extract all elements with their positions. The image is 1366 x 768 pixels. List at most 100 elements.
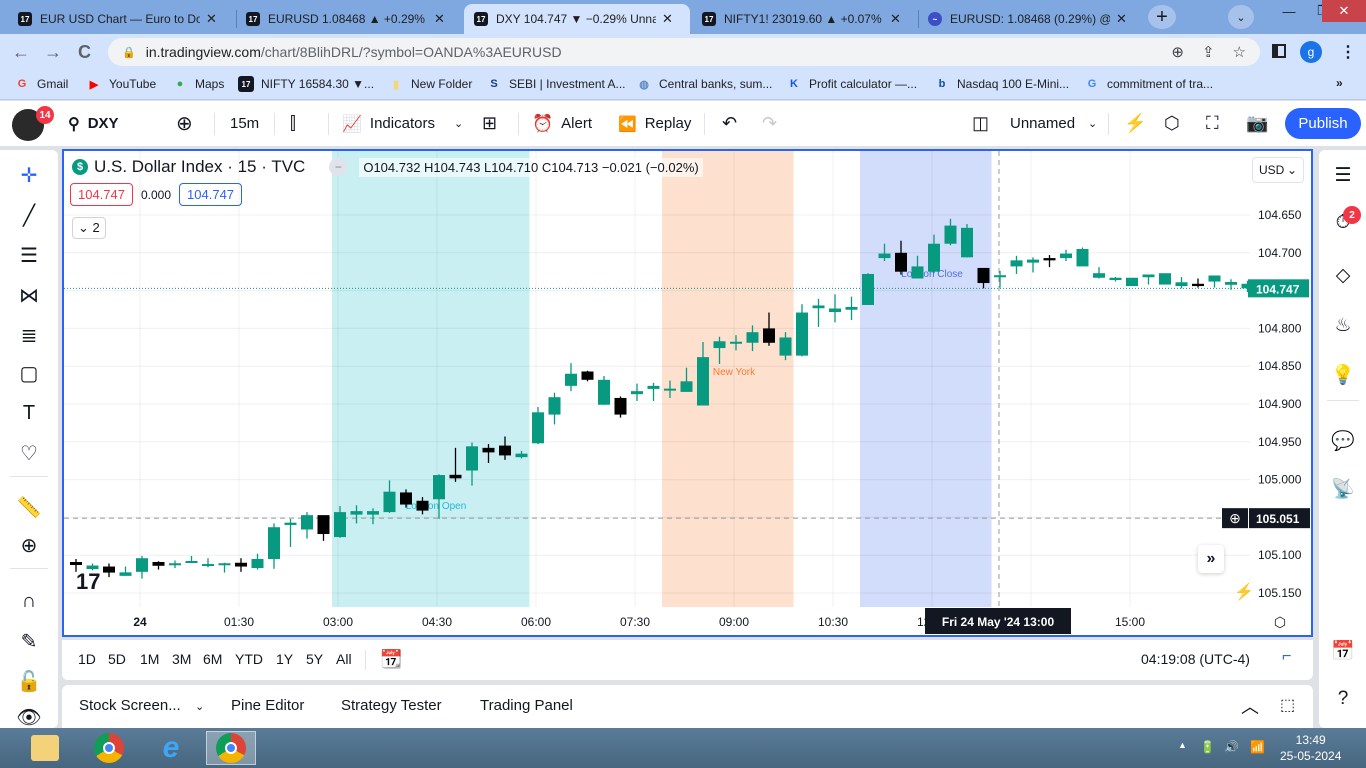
- tab-search-button[interactable]: ⌄: [1228, 5, 1254, 29]
- browser-tab-active[interactable]: 17 DXY 104.747 ▼ −0.29% Unnamed ✕: [464, 4, 690, 34]
- bookmark-item[interactable]: Gcommitment of tra...: [1084, 76, 1213, 92]
- plus-circle-icon[interactable]: ⊕: [1229, 510, 1241, 526]
- close-tab-icon[interactable]: ✕: [662, 11, 673, 27]
- system-clock[interactable]: 13:49 25-05-2024: [1280, 732, 1341, 764]
- symbol-search-button[interactable]: ⚲ DXY: [68, 101, 119, 146]
- tab-pine-editor[interactable]: Pine Editor: [231, 697, 304, 714]
- close-window-button[interactable]: ✕: [1322, 0, 1366, 22]
- publish-button[interactable]: Publish: [1285, 108, 1361, 139]
- collapse-icon[interactable]: −: [329, 158, 348, 176]
- fullscreen-button[interactable]: ⛶: [1206, 101, 1219, 146]
- browser-menu-icon[interactable]: ⋮: [1340, 42, 1356, 62]
- indicators-toggle[interactable]: ⌄ 2: [72, 217, 106, 239]
- browser-tab[interactable]: 17 EUR USD Chart — Euro to Dollar ✕: [8, 4, 236, 34]
- battery-icon[interactable]: 🔋: [1200, 740, 1215, 754]
- chrome-active-icon[interactable]: [206, 731, 256, 765]
- layout-name-button[interactable]: Unnamed: [1010, 101, 1075, 146]
- indicators-dropdown[interactable]: ⌄: [454, 101, 463, 146]
- calendar-icon[interactable]: 📅: [1328, 636, 1358, 666]
- bookmark-item[interactable]: 17 NIFTY 16584.30 ▼...: [238, 76, 374, 92]
- zoom-in-icon[interactable]: ⊕: [14, 530, 44, 560]
- ideas-lightbulb-icon[interactable]: 💡: [1328, 360, 1358, 390]
- quick-search-button[interactable]: ⚡: [1124, 101, 1146, 146]
- url-input[interactable]: 🔒 in.tradingview.com/chart/8BlihDRL/?sym…: [108, 38, 1260, 66]
- reload-icon[interactable]: C: [78, 42, 91, 63]
- buy-price-button[interactable]: 104.747: [179, 183, 243, 206]
- chat-icon[interactable]: 💬: [1328, 426, 1358, 456]
- tab-strategy-tester[interactable]: Strategy Tester: [341, 697, 442, 714]
- close-tab-icon[interactable]: ✕: [890, 11, 901, 27]
- candlestick-chart[interactable]: London OpenNew YorkLondon Close104.65010…: [64, 151, 1311, 635]
- range-button-ytd[interactable]: YTD: [235, 651, 263, 667]
- scroll-to-realtime-button[interactable]: »: [1198, 545, 1224, 573]
- internet-explorer-icon[interactable]: e: [146, 731, 196, 765]
- replay-button[interactable]: ⏪ Replay: [618, 101, 691, 146]
- bookmark-item[interactable]: K Profit calculator —...: [786, 76, 917, 92]
- lightning-circle-icon[interactable]: ⚡: [1234, 582, 1254, 601]
- heart-icon[interactable]: ♡: [14, 438, 44, 468]
- browser-tab[interactable]: 17 EURUSD 1.08468 ▲ +0.29% Unnamed ✕: [236, 4, 464, 34]
- tab-trading-panel[interactable]: Trading Panel: [480, 697, 573, 714]
- range-button-5y[interactable]: 5Y: [306, 651, 323, 667]
- chevron-up-icon[interactable]: ︿: [1241, 693, 1259, 719]
- chrome-icon[interactable]: [84, 731, 134, 765]
- help-icon[interactable]: ?: [1328, 684, 1358, 714]
- side-panel-icon[interactable]: [1272, 44, 1286, 58]
- browser-tab[interactable]: 17 NIFTY1! 23019.60 ▲ +0.07% Unnamed ✕: [692, 4, 918, 34]
- undo-button[interactable]: ↶: [722, 101, 737, 146]
- volume-icon[interactable]: 🔊: [1224, 740, 1239, 754]
- sell-price-button[interactable]: 104.747: [70, 183, 133, 206]
- back-icon[interactable]: ←: [12, 42, 30, 63]
- snapshot-button[interactable]: 📷: [1246, 101, 1268, 146]
- close-tab-icon[interactable]: ✕: [1116, 11, 1127, 27]
- bookmark-item[interactable]: b Nasdaq 100 E-Mini...: [934, 76, 1069, 92]
- magnet-icon[interactable]: ∩: [14, 586, 44, 616]
- text-icon[interactable]: T: [14, 398, 44, 428]
- new-tab-button[interactable]: +: [1148, 5, 1176, 29]
- layout-split-button[interactable]: ◫: [972, 101, 989, 146]
- chart-settings-icon[interactable]: ⬡: [1274, 614, 1286, 630]
- redo-button[interactable]: ↷: [762, 101, 777, 146]
- hotlist-flame-icon[interactable]: ♨: [1328, 310, 1358, 340]
- range-button-5d[interactable]: 5D: [108, 651, 126, 667]
- layout-dropdown[interactable]: ⌄: [1088, 101, 1097, 146]
- fib-retracement-icon[interactable]: ≣: [14, 320, 44, 350]
- interval-button[interactable]: 15m: [230, 101, 259, 146]
- range-button-1d[interactable]: 1D: [78, 651, 96, 667]
- settings-button[interactable]: ⬡: [1164, 101, 1180, 146]
- range-button-all[interactable]: All: [336, 651, 352, 667]
- streams-icon[interactable]: 📡: [1328, 474, 1358, 504]
- crosshair-icon[interactable]: ✛: [14, 160, 44, 190]
- range-button-3m[interactable]: 3M: [172, 651, 191, 667]
- pattern-icon[interactable]: ⋈: [14, 280, 44, 310]
- chart-pane[interactable]: London Open New York London Close 104.650 10…: [62, 149, 1313, 637]
- profile-avatar[interactable]: g: [1300, 41, 1322, 63]
- file-explorer-icon[interactable]: [20, 731, 70, 765]
- unlock-icon[interactable]: 🔓: [14, 666, 44, 696]
- network-icon[interactable]: 📶: [1250, 740, 1265, 754]
- currency-dropdown[interactable]: USD ⌄: [1252, 157, 1304, 183]
- bookmark-item[interactable]: ◍ Central banks, sum...: [636, 76, 772, 92]
- bookmark-item[interactable]: ▶ YouTube: [86, 76, 156, 92]
- alert-button[interactable]: ⏰ Alert: [532, 101, 592, 146]
- bookmark-star-icon[interactable]: ☆: [1233, 43, 1246, 61]
- bookmark-item[interactable]: ▮ New Folder: [388, 76, 472, 92]
- ruler-icon[interactable]: 📏: [14, 492, 44, 522]
- range-button-1y[interactable]: 1Y: [276, 651, 293, 667]
- layers-icon[interactable]: ◇: [1328, 260, 1358, 290]
- tray-expand-icon[interactable]: ▲: [1178, 740, 1187, 750]
- chart-type-button[interactable]: ⫿: [290, 101, 296, 146]
- close-tab-icon[interactable]: ✕: [434, 11, 445, 27]
- range-button-1m[interactable]: 1M: [140, 651, 159, 667]
- indicators-button[interactable]: 📈 Indicators: [342, 101, 435, 146]
- zoom-icon[interactable]: ⊕: [1171, 43, 1184, 61]
- more-bookmarks-icon[interactable]: »: [1336, 76, 1343, 90]
- goto-date-icon[interactable]: 📆: [380, 649, 402, 670]
- compare-symbol-button[interactable]: ⊕: [176, 101, 193, 146]
- timezone-clock[interactable]: 04:19:08 (UTC-4): [1141, 651, 1250, 667]
- parallel-channel-icon[interactable]: ☰: [14, 240, 44, 270]
- watchlist-icon[interactable]: ☰: [1328, 160, 1358, 190]
- auto-scale-icon[interactable]: ⌐: [1282, 648, 1291, 666]
- lock-drawing-icon[interactable]: ✎: [14, 626, 44, 656]
- layouts-button[interactable]: ⊞: [482, 101, 497, 146]
